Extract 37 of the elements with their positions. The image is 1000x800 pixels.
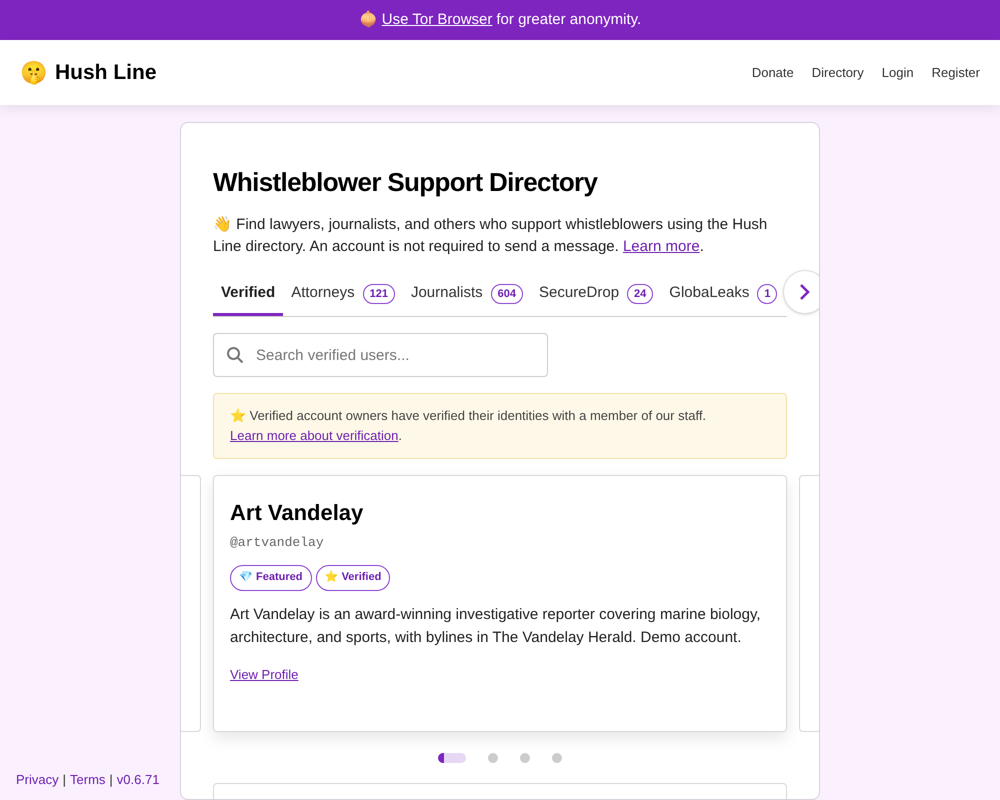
next-button[interactable] [783, 270, 819, 314]
filter-tab[interactable]: Verified [213, 274, 284, 316]
view-profile-link[interactable]: View Profile [230, 664, 298, 684]
chevron-right-icon [799, 283, 811, 301]
profile-name: Art Vandelay [230, 499, 364, 527]
notice-text: ⭐ Verified account owners have verified their identities with a member of our staff. Learn more about verification. [230, 407, 708, 445]
onion-icon: 🧅 [358, 8, 378, 32]
verification-link[interactable]: Learn more about verification [230, 428, 398, 443]
search-icon [226, 346, 244, 364]
profile-badge: 💎 Featured [230, 564, 312, 590]
profile-handle: @artvandelay [230, 534, 325, 552]
count-badge: 121 [362, 284, 395, 304]
nav-link[interactable]: Register [932, 62, 980, 82]
footer-link[interactable]: Terms [70, 770, 106, 789]
shush-face-icon: 🤫 [20, 56, 47, 89]
profile-badge: ⭐ Verified [316, 564, 390, 590]
intro-text: 👋 Find lawyers, journalists, and others who support whistleblowers using the Hush Line directory. An account is not required to send a message. Learn more. [213, 215, 768, 257]
learn-more-link[interactable]: Learn more [622, 238, 700, 255]
separator: | [109, 770, 113, 789]
footer-link[interactable]: Privacy [16, 770, 59, 789]
banner-text: for greater anonymity. [496, 10, 642, 30]
profile-bio: Art Vandelay is an award-winning investigative reporter covering marine biology, architecture, and sports, with bylines in The Vandelay Herald. Demo account. [230, 604, 762, 648]
filter-tab[interactable]: Attorneys 121 [283, 274, 403, 316]
nav-link[interactable]: Donate [752, 62, 794, 82]
count-badge: 24 [627, 284, 654, 304]
version-text: v0.6.71 [116, 770, 160, 788]
page-title: Whistleblower Support Directory [213, 166, 599, 199]
nav-link[interactable]: Directory [812, 62, 864, 82]
count-badge: 604 [490, 284, 523, 304]
site-title: Hush Line [55, 60, 157, 86]
tor-link[interactable]: Use Tor Browser [382, 8, 492, 32]
count-badge: 1 [757, 284, 778, 304]
nav-link[interactable]: Login [882, 62, 914, 82]
separator: | [62, 770, 66, 789]
search-field[interactable]: Search verified users... [213, 333, 548, 377]
filter-tab[interactable]: SecureDrop 24 [531, 274, 662, 316]
filter-tab[interactable]: Journalists 604 [402, 274, 531, 316]
